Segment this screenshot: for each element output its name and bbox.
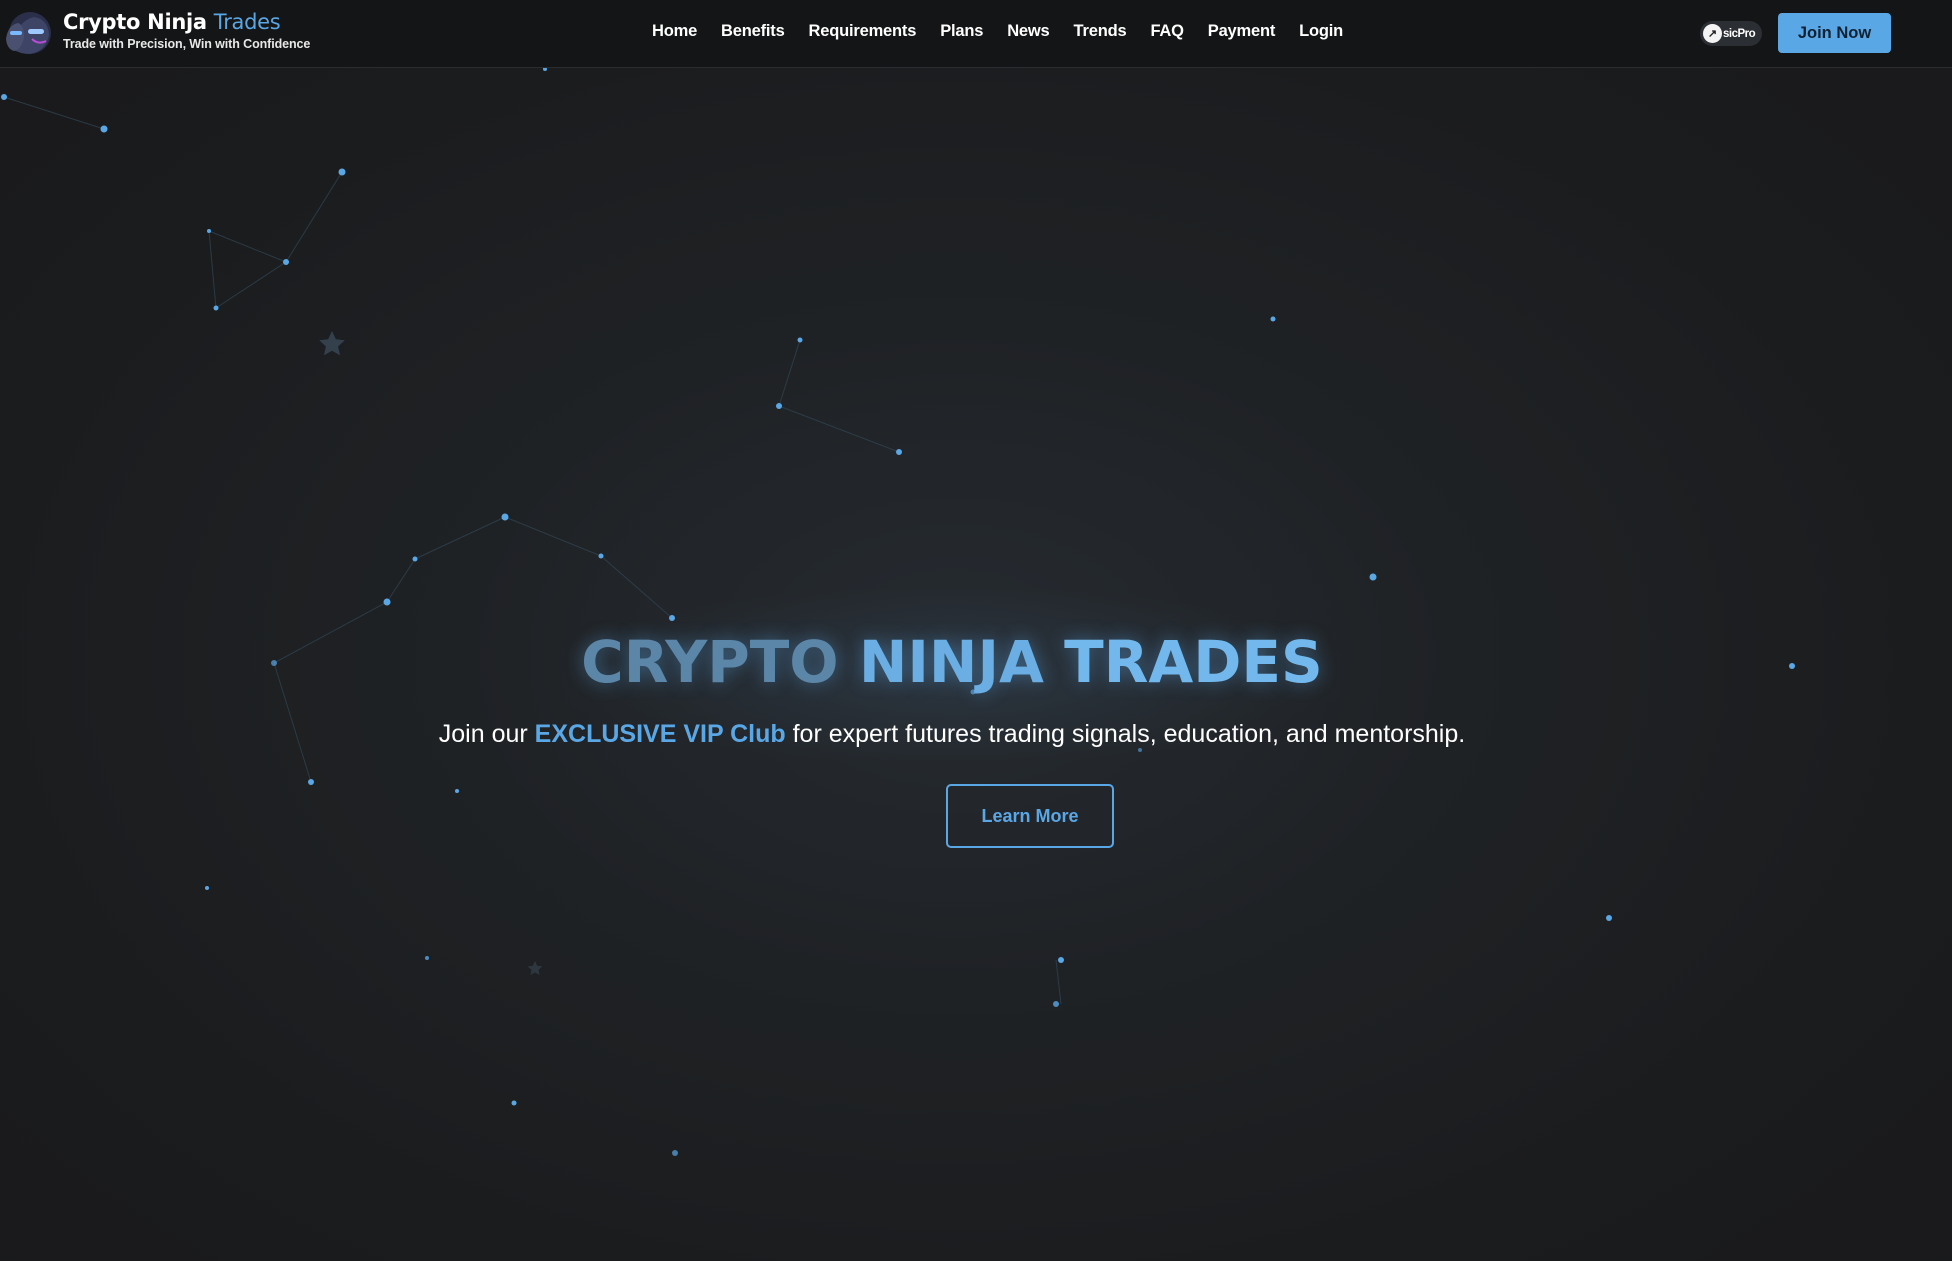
ninja-mascot-icon[interactable] xyxy=(2,9,54,57)
nav-payment-link[interactable]: Payment xyxy=(1208,22,1276,41)
pro-badge[interactable]: ↗ sicPro xyxy=(1700,21,1762,46)
brand-title-accent: Trades xyxy=(213,10,281,34)
hero-subtitle-highlight: EXCLUSIVE VIP Club xyxy=(534,720,786,748)
nav-faq-link[interactable]: FAQ xyxy=(1150,22,1184,41)
nav-requirements-link[interactable]: Requirements xyxy=(809,22,917,41)
brand-title: Crypto Ninja Trades xyxy=(63,10,310,34)
page: Crypto Ninja Trades Trade with Precision… xyxy=(0,0,1952,1261)
hero-subtitle: Join our EXCLUSIVE VIP Club for expert f… xyxy=(0,720,1904,749)
hero-subtitle-after: for expert futures trading signals, educ… xyxy=(785,720,1466,748)
brand-title-main: Crypto Ninja xyxy=(63,10,207,34)
site-header: Crypto Ninja Trades Trade with Precision… xyxy=(0,0,1952,68)
learn-more-button[interactable]: Learn More xyxy=(946,784,1114,848)
join-now-button[interactable]: Join Now xyxy=(1778,13,1891,53)
hero-title-word-2: NINJA xyxy=(858,628,1044,696)
brand-tagline: Trade with Precision, Win with Confidenc… xyxy=(63,37,311,51)
nav-benefits-link[interactable]: Benefits xyxy=(721,22,785,41)
nav-news-link[interactable]: News xyxy=(1007,22,1050,41)
hero-title-word-3: TRADES xyxy=(1064,628,1323,696)
nav-plans-link[interactable]: Plans xyxy=(940,22,983,41)
hero-title-word-1: CRYPTO xyxy=(581,628,839,696)
brand-block[interactable]: Crypto Ninja Trades Trade with Precision… xyxy=(63,10,310,51)
pro-badge-label: sicPro xyxy=(1723,27,1756,40)
pro-logo-icon: ↗ xyxy=(1703,24,1722,43)
hero-subtitle-before: Join our xyxy=(438,720,535,748)
nav-login-link[interactable]: Login xyxy=(1299,22,1343,41)
hero-title: CRYPTO NINJA TRADES xyxy=(0,628,1904,696)
main-nav: Home Benefits Requirements Plans News Tr… xyxy=(652,22,1367,41)
nav-home-link[interactable]: Home xyxy=(652,22,697,41)
nav-trends-link[interactable]: Trends xyxy=(1074,22,1127,41)
